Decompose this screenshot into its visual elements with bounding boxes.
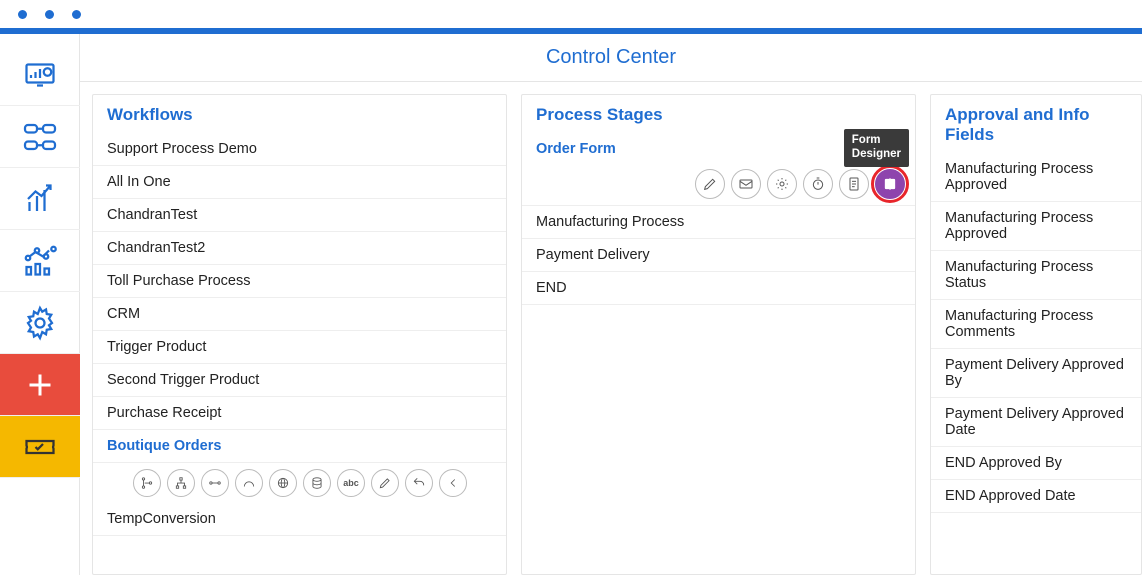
workflow-item[interactable]: TempConversion xyxy=(93,503,506,536)
page-title: Control Center xyxy=(80,34,1142,82)
settings-button[interactable] xyxy=(767,169,797,199)
field-item[interactable]: Payment Delivery Approved By xyxy=(931,349,1141,398)
stage-toolbar xyxy=(695,169,905,199)
hierarchy-icon[interactable] xyxy=(167,469,195,497)
field-item[interactable]: END Approved Date xyxy=(931,480,1141,513)
field-item[interactable]: Payment Delivery Approved Date xyxy=(931,398,1141,447)
workflow-item[interactable]: Toll Purchase Process xyxy=(93,265,506,298)
workflow-toolbar: abc xyxy=(93,463,506,503)
stages-panel: Process Stages Order FormFormDesignerMan… xyxy=(521,94,916,575)
stage-item[interactable]: Payment Delivery xyxy=(522,239,915,272)
form-designer-tooltip: FormDesigner xyxy=(844,129,909,167)
sidebar-item-ticket[interactable] xyxy=(0,416,80,478)
field-item[interactable]: Manufacturing Process Status xyxy=(931,251,1141,300)
field-item[interactable]: Manufacturing Process Approved xyxy=(931,202,1141,251)
edit-icon[interactable] xyxy=(371,469,399,497)
stage-item[interactable]: Manufacturing Process xyxy=(522,206,915,239)
stack-icon[interactable] xyxy=(303,469,331,497)
branch-icon[interactable] xyxy=(133,469,161,497)
field-item[interactable]: Manufacturing Process Comments xyxy=(931,300,1141,349)
field-item[interactable]: END Approved By xyxy=(931,447,1141,480)
window-dot xyxy=(18,10,27,19)
workflow-item[interactable]: CRM xyxy=(93,298,506,331)
timer-button[interactable] xyxy=(803,169,833,199)
form-designer-button[interactable] xyxy=(875,169,905,199)
edit-button[interactable] xyxy=(695,169,725,199)
abc-icon[interactable]: abc xyxy=(337,469,365,497)
window-dot xyxy=(45,10,54,19)
fields-panel: Approval and Info Fields Manufacturing P… xyxy=(930,94,1142,575)
workflow-item[interactable]: Second Trigger Product xyxy=(93,364,506,397)
sidebar-item-workflows[interactable] xyxy=(0,106,80,168)
workflow-item[interactable]: Purchase Receipt xyxy=(93,397,506,430)
form-button[interactable] xyxy=(839,169,869,199)
sidebar-item-analytics[interactable] xyxy=(0,168,80,230)
workflows-panel-title: Workflows xyxy=(93,95,506,133)
workflows-panel: Workflows Support Process DemoAll In One… xyxy=(92,94,507,575)
globe-icon[interactable] xyxy=(269,469,297,497)
fields-panel-title: Approval and Info Fields xyxy=(931,95,1141,153)
undo-icon[interactable] xyxy=(405,469,433,497)
window-titlebar xyxy=(0,0,1142,28)
workflow-item[interactable]: Boutique Orders xyxy=(93,430,506,463)
sidebar-item-dashboard[interactable] xyxy=(0,44,80,106)
workflow-item[interactable]: ChandranTest xyxy=(93,199,506,232)
sidebar-item-settings[interactable] xyxy=(0,292,80,354)
workflow-item[interactable]: All In One xyxy=(93,166,506,199)
stages-panel-title: Process Stages xyxy=(522,95,915,133)
connector-icon[interactable] xyxy=(201,469,229,497)
workflow-item[interactable]: Trigger Product xyxy=(93,331,506,364)
arc-icon[interactable] xyxy=(235,469,263,497)
sidebar-item-add[interactable] xyxy=(0,354,80,416)
field-item[interactable]: Manufacturing Process Approved xyxy=(931,153,1141,202)
sidebar-item-metrics[interactable] xyxy=(0,230,80,292)
sidebar xyxy=(0,34,80,575)
workflow-item[interactable]: ChandranTest2 xyxy=(93,232,506,265)
mail-button[interactable] xyxy=(731,169,761,199)
stage-item[interactable]: END xyxy=(522,272,915,305)
stage-item[interactable]: Order FormFormDesigner xyxy=(522,133,915,206)
back-icon[interactable] xyxy=(439,469,467,497)
workflow-item[interactable]: Support Process Demo xyxy=(93,133,506,166)
window-dot xyxy=(72,10,81,19)
